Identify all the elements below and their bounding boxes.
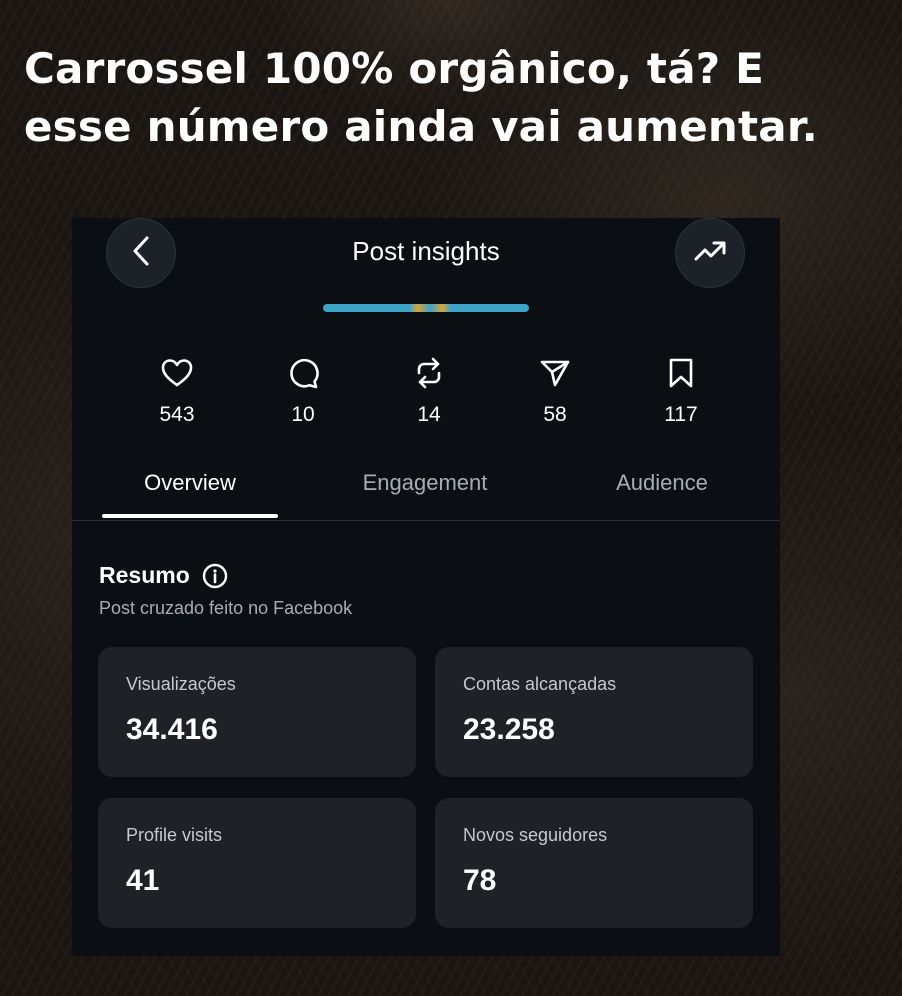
reposts-count: 14 xyxy=(417,403,441,426)
metric-card-reach[interactable]: Contas alcançadas 23.258 xyxy=(435,647,753,777)
trends-button[interactable] xyxy=(675,218,745,288)
headline: Carrossel 100% orgânico, tá? E esse núme… xyxy=(24,40,884,156)
metric-card-profile-visits[interactable]: Profile visits 41 xyxy=(98,798,416,928)
summary-title: Resumo xyxy=(99,562,190,588)
info-icon[interactable] xyxy=(202,563,228,589)
metric-value: 34.416 xyxy=(126,713,218,746)
insights-tabs: Overview Engagement Audience xyxy=(72,462,780,521)
metric-card-new-followers[interactable]: Novos seguidores 78 xyxy=(435,798,753,928)
metric-label: Visualizações xyxy=(126,674,236,694)
metric-label: Novos seguidores xyxy=(463,825,608,845)
tab-engagement[interactable]: Engagement xyxy=(334,470,516,496)
comment-icon xyxy=(287,356,319,390)
tab-audience[interactable]: Audience xyxy=(582,470,742,496)
shares-count: 58 xyxy=(543,403,567,426)
comments-count: 10 xyxy=(291,403,315,426)
post-thumbnail[interactable] xyxy=(323,304,529,312)
metric-value: 41 xyxy=(126,864,160,897)
bookmark-icon xyxy=(668,356,694,390)
tab-overview[interactable]: Overview xyxy=(102,470,278,496)
saves-count: 117 xyxy=(664,403,698,426)
stat-saves: 117 xyxy=(618,356,744,432)
stat-shares: 58 xyxy=(492,356,618,432)
post-insights-panel: Post insights 543 10 14 58 117 Overview … xyxy=(72,218,780,956)
engagement-stats: 543 10 14 58 117 xyxy=(114,356,744,432)
stat-comments: 10 xyxy=(240,356,366,432)
likes-count: 543 xyxy=(159,403,195,426)
metric-value: 23.258 xyxy=(463,713,555,746)
trending-up-icon xyxy=(693,239,727,267)
metric-label: Profile visits xyxy=(126,825,223,845)
metric-label: Contas alcançadas xyxy=(463,674,617,694)
active-tab-indicator xyxy=(102,514,278,518)
repost-icon xyxy=(414,356,444,390)
metric-card-views[interactable]: Visualizações 34.416 xyxy=(98,647,416,777)
heart-icon xyxy=(161,356,193,390)
stat-likes: 543 xyxy=(114,356,240,432)
stat-reposts: 14 xyxy=(366,356,492,432)
metric-value: 78 xyxy=(463,864,497,897)
page-title: Post insights xyxy=(352,236,500,266)
summary-heading: Resumo xyxy=(99,562,228,589)
summary-subtitle: Post cruzado feito no Facebook xyxy=(99,598,353,618)
headline-line-1: Carrossel 100% orgânico, tá? E xyxy=(24,44,765,93)
share-icon xyxy=(539,356,571,390)
headline-line-2: esse número ainda vai aumentar. xyxy=(24,102,818,151)
